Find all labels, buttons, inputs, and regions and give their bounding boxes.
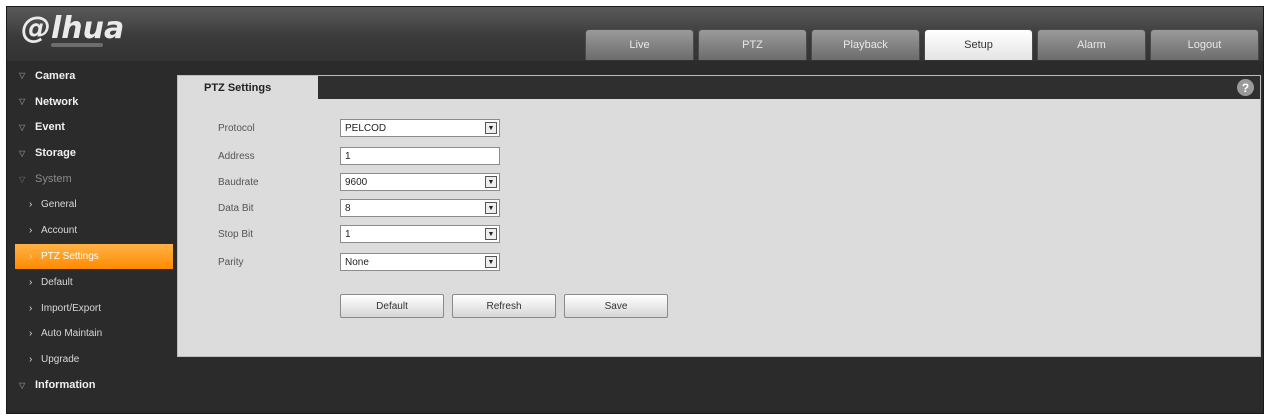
sidebar-item-storage[interactable]: ▽ Storage: [7, 140, 179, 166]
address-label: Address: [218, 150, 255, 162]
protocol-select[interactable]: PELCOD ▼: [340, 119, 500, 137]
dropdown-arrow-icon[interactable]: ▼: [485, 202, 497, 214]
baudrate-label: Baudrate: [218, 176, 259, 188]
stop-bit-select[interactable]: 1 ▼: [340, 225, 500, 243]
header-bar: @lhua Live PTZ Playback Setup Alarm Logo…: [7, 7, 1263, 61]
panel-titlebar: PTZ Settings ?: [178, 76, 1260, 99]
main-tabs: Live PTZ Playback Setup Alarm Logout: [585, 29, 1259, 60]
collapsed-icon: ▽: [19, 380, 26, 390]
sidebar-item-label: Account: [41, 225, 78, 237]
sidebar-item-network[interactable]: ▽ Network: [7, 89, 179, 115]
dropdown-arrow-icon[interactable]: ▼: [485, 228, 497, 240]
sidebar-item-label: Event: [35, 121, 65, 134]
sidebar-item-label: General: [41, 199, 77, 211]
tab-setup[interactable]: Setup: [924, 29, 1033, 60]
action-buttons: Default Refresh Save: [340, 294, 668, 318]
tab-alarm[interactable]: Alarm: [1037, 29, 1146, 60]
sidebar-item-event[interactable]: ▽ Event: [7, 115, 179, 141]
stop-bit-row: Stop Bit 1 ▼: [218, 224, 500, 244]
sidebar-item-default[interactable]: › Default: [7, 269, 179, 295]
sidebar-item-label: Network: [35, 95, 79, 108]
baudrate-row: Baudrate 9600 ▼: [218, 172, 500, 192]
collapsed-icon: ▽: [19, 97, 26, 107]
app-window: @lhua Live PTZ Playback Setup Alarm Logo…: [6, 6, 1264, 414]
tab-logout[interactable]: Logout: [1150, 29, 1259, 60]
data-bit-select[interactable]: 8 ▼: [340, 199, 500, 217]
chevron-right-icon: ›: [29, 225, 33, 237]
sidebar-item-general[interactable]: › General: [7, 192, 179, 218]
page-title: PTZ Settings: [178, 76, 318, 99]
protocol-row: Protocol PELCOD ▼: [218, 118, 500, 138]
sidebar-item-label: Upgrade: [41, 354, 80, 366]
sidebar-item-import-export[interactable]: › Import/Export: [7, 295, 179, 321]
sidebar-item-label: Storage: [35, 147, 76, 160]
address-row: Address 1: [218, 146, 500, 166]
collapsed-icon: ▽: [19, 148, 26, 158]
brand-logo: @lhua: [21, 11, 125, 46]
data-bit-row: Data Bit 8 ▼: [218, 198, 500, 218]
sidebar-item-system[interactable]: ▽ System: [7, 166, 179, 192]
protocol-value: PELCOD: [345, 122, 387, 134]
data-bit-value: 8: [345, 202, 351, 214]
sidebar-item-auto-maintain[interactable]: › Auto Maintain: [7, 321, 179, 347]
stop-bit-value: 1: [345, 228, 351, 240]
data-bit-label: Data Bit: [218, 202, 254, 214]
address-value: 1: [345, 150, 351, 162]
sidebar-item-label: Information: [35, 379, 96, 392]
baudrate-value: 9600: [345, 176, 368, 188]
sidebar-item-information[interactable]: ▽ Information: [7, 373, 179, 399]
chevron-right-icon: ›: [29, 328, 33, 340]
tab-live[interactable]: Live: [585, 29, 694, 60]
expanded-icon: ▽: [19, 174, 26, 184]
dropdown-arrow-icon[interactable]: ▼: [485, 122, 497, 134]
sidebar-item-label: Default: [41, 276, 73, 288]
chevron-right-icon: ›: [29, 250, 33, 262]
baudrate-select[interactable]: 9600 ▼: [340, 173, 500, 191]
parity-row: Parity None ▼: [218, 252, 500, 272]
parity-label: Parity: [218, 256, 244, 268]
refresh-button[interactable]: Refresh: [452, 294, 556, 318]
dropdown-arrow-icon[interactable]: ▼: [485, 256, 497, 268]
sidebar: ▽ Camera ▽ Network ▽ Event ▽ Storage ▽ S…: [7, 63, 179, 413]
stop-bit-label: Stop Bit: [218, 228, 254, 240]
sidebar-item-ptz-settings[interactable]: › PTZ Settings: [15, 243, 173, 270]
parity-value: None: [345, 256, 369, 268]
tab-playback[interactable]: Playback: [811, 29, 920, 60]
logo-underline: [51, 43, 103, 47]
sidebar-item-upgrade[interactable]: › Upgrade: [7, 347, 179, 373]
sidebar-item-label: PTZ Settings: [41, 250, 99, 262]
dropdown-arrow-icon[interactable]: ▼: [485, 176, 497, 188]
sidebar-item-label: Camera: [35, 69, 76, 82]
sidebar-item-label: Import/Export: [41, 302, 102, 314]
help-icon[interactable]: ?: [1237, 79, 1254, 96]
chevron-right-icon: ›: [29, 199, 33, 211]
tab-ptz[interactable]: PTZ: [698, 29, 807, 60]
save-button[interactable]: Save: [564, 294, 668, 318]
settings-panel: PTZ Settings ? Protocol PELCOD ▼ Address…: [177, 75, 1261, 357]
chevron-right-icon: ›: [29, 302, 33, 314]
collapsed-icon: ▽: [19, 71, 26, 81]
parity-select[interactable]: None ▼: [340, 253, 500, 271]
collapsed-icon: ▽: [19, 122, 26, 132]
sidebar-item-account[interactable]: › Account: [7, 218, 179, 244]
address-input[interactable]: 1: [340, 147, 500, 165]
sidebar-item-camera[interactable]: ▽ Camera: [7, 63, 179, 89]
sidebar-item-label: Auto Maintain: [41, 328, 103, 340]
sidebar-item-label: System: [35, 173, 72, 186]
protocol-label: Protocol: [218, 122, 255, 134]
default-button[interactable]: Default: [340, 294, 444, 318]
chevron-right-icon: ›: [29, 276, 33, 288]
chevron-right-icon: ›: [29, 354, 33, 366]
